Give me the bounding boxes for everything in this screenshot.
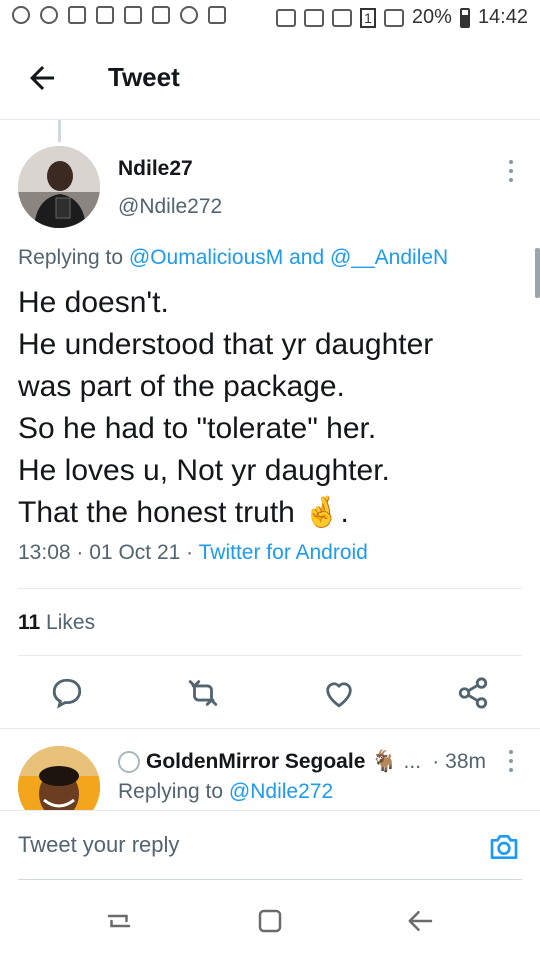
reply-avatar[interactable] [18,746,100,810]
tweet-date: 01 Oct 21 [89,541,181,564]
divider [18,588,522,589]
tweet-line: So he had to "tolerate" her. [18,412,377,445]
mute-icon [276,8,297,27]
tweet-time: 13:08 [18,541,71,564]
app-header: Tweet [0,38,540,120]
meta-separator: · [186,541,194,564]
meta-separator: · [76,541,84,564]
tweet-line: That the honest truth 🤞. [18,496,349,529]
share-icon[interactable] [456,676,490,710]
back-nav-icon[interactable] [406,906,436,936]
author-name[interactable]: Ndile27 [118,157,193,181]
more-vertical-icon[interactable] [506,750,516,772]
recents-icon[interactable] [104,906,134,936]
battery-percent: 20% [411,6,452,28]
replying-to: Replying to @OumaliciousM and @__AndileN [18,246,448,270]
more-vertical-icon[interactable] [506,160,516,182]
scrollbar[interactable] [535,248,540,298]
vpn-icon [180,6,198,24]
replying-and[interactable]: and [289,246,324,269]
system-status: 1 20% 14:42 [276,6,528,29]
reply-author-name: GoldenMirror Segoale [146,750,366,773]
reply-time-value: 38m [445,750,486,773]
reply-replying-to: Replying to @Ndile272 [118,780,333,804]
avatar-image [18,746,100,810]
mail-icon [96,6,114,24]
name-truncation: ... [403,750,422,773]
retweet-icon[interactable] [186,676,220,710]
checkbox-icon [124,6,142,24]
replying-prefix: Replying to [18,246,124,269]
camera-icon[interactable] [488,831,520,863]
chat-icon [40,6,58,24]
signal-icon [383,8,404,27]
author-avatar[interactable] [18,146,100,228]
tweet-meta: 13:08 · 01 Oct 21 · Twitter for Android [18,541,368,565]
wifi-icon [332,8,353,27]
mention-link[interactable]: @Ndile272 [229,780,333,803]
meta-separator: · [432,750,440,773]
goat-emoji: 🐐 [371,750,398,773]
alarm-icon [304,8,325,27]
play-icon [208,6,226,24]
avatar-image [18,146,100,228]
reply-time: · 38m [432,750,486,774]
divider [18,655,522,656]
mention-link[interactable]: @__AndileN [330,246,448,269]
back-arrow-icon[interactable] [24,60,60,96]
clock: 14:42 [477,6,528,28]
mail-icon [68,6,86,24]
reply-tweet[interactable]: GoldenMirror Segoale 🐐 ... · 38m Replyin… [0,730,540,810]
gallery-icon [152,6,170,24]
tweet-source-link[interactable]: Twitter for Android [199,541,368,564]
likes-number: 11 [18,611,41,634]
like-icon[interactable] [322,676,356,710]
whatsapp-icon [12,6,30,24]
status-bar: 1 20% 14:42 [0,0,540,38]
reply-author[interactable]: GoldenMirror Segoale 🐐 ... [118,750,421,774]
system-nav-bar [0,880,540,960]
sim-badge: 1 [360,7,376,28]
mention-link[interactable]: @OumaliciousM [129,246,283,269]
divider [0,728,540,729]
likes-count[interactable]: 11 Likes [18,611,95,635]
tweet-line: He doesn't. [18,286,169,319]
reply-composer [0,810,540,880]
home-icon[interactable] [255,906,285,936]
tweet-line: was part of the package. [18,370,345,403]
tweet-text: He doesn't. He understood that yr daught… [18,282,518,534]
notification-icons [12,6,226,24]
battery-icon [459,7,470,28]
thread-connector [58,120,61,142]
tweet-line: He loves u, Not yr daughter. [18,454,390,487]
likes-label: Likes [46,611,96,634]
reply-icon[interactable] [50,676,84,710]
badge-icon [118,751,140,773]
reply-input[interactable] [18,825,458,865]
page-title: Tweet [108,62,180,92]
tweet-line: He understood that yr daughter [18,328,434,361]
author-handle[interactable]: @Ndile272 [118,195,222,219]
replying-prefix: Replying to [118,780,224,803]
